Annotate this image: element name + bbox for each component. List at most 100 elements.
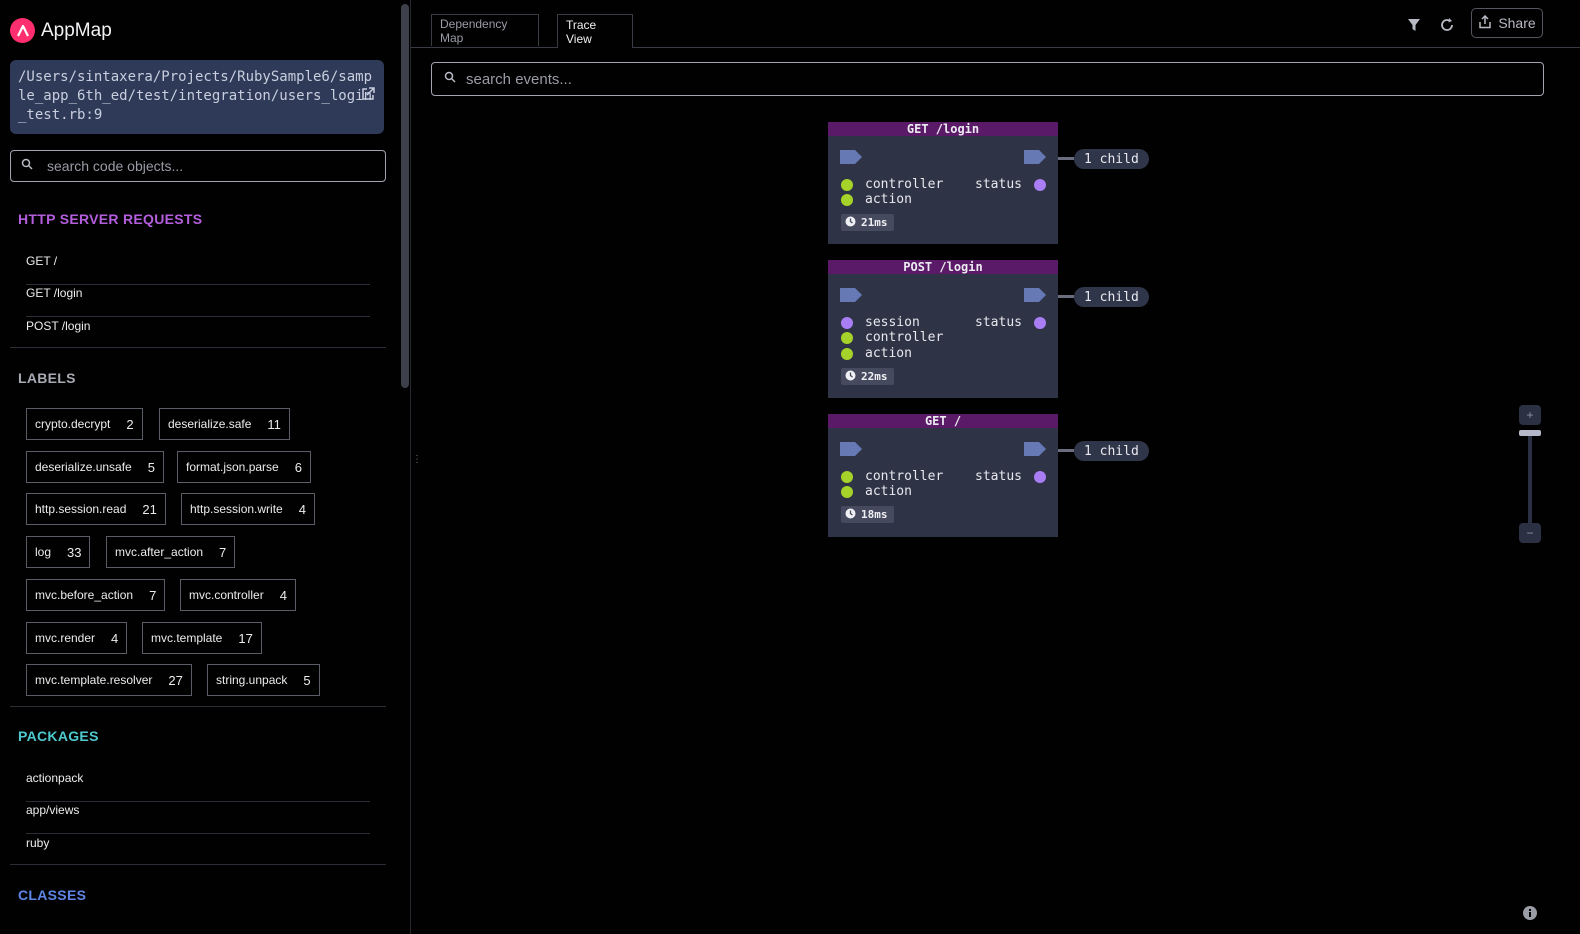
label-count: 27 bbox=[168, 672, 183, 688]
clock-icon bbox=[845, 370, 856, 384]
node-input: action bbox=[841, 192, 912, 207]
clock-icon bbox=[845, 508, 856, 522]
child-connector bbox=[1058, 157, 1074, 160]
label-chip[interactable]: mvc.template 17 bbox=[142, 622, 262, 654]
label-chip[interactable]: string.unpack 5 bbox=[207, 664, 320, 696]
label-count: 5 bbox=[147, 459, 155, 475]
expand-children-button[interactable]: 1 child bbox=[1074, 441, 1149, 461]
trace-node[interactable]: GET / controller action status 18ms bbox=[828, 414, 1058, 537]
trace-node[interactable]: POST /login session controller action st… bbox=[828, 260, 1058, 398]
output-label: status bbox=[975, 469, 1022, 484]
label-chip[interactable]: mvc.after_action 7 bbox=[106, 536, 236, 568]
http-request-item[interactable]: GET /login bbox=[26, 284, 370, 317]
sidebar-scrollbar[interactable] bbox=[401, 4, 409, 388]
http-request-item[interactable]: GET / bbox=[26, 252, 370, 285]
http-request-item[interactable]: POST /login bbox=[26, 317, 370, 349]
info-icon[interactable] bbox=[1522, 905, 1538, 921]
search-code-objects[interactable] bbox=[10, 150, 386, 182]
zoom-in-button[interactable]: + bbox=[1519, 405, 1541, 425]
label-name: mvc.after_action bbox=[115, 545, 204, 559]
packages-title[interactable]: PACKAGES bbox=[18, 728, 99, 744]
labels-title[interactable]: LABELS bbox=[18, 370, 76, 386]
app-logo: AppMap bbox=[10, 18, 112, 43]
node-input: action bbox=[841, 346, 912, 361]
expand-children-button[interactable]: 1 child bbox=[1074, 149, 1149, 169]
package-item[interactable]: ruby bbox=[26, 834, 370, 866]
label-chip[interactable]: log 33 bbox=[26, 536, 91, 568]
share-button[interactable]: Share bbox=[1471, 8, 1543, 38]
output-dot-icon bbox=[1034, 316, 1046, 329]
label-count: 33 bbox=[67, 544, 82, 560]
label-name: mvc.template.resolver bbox=[35, 673, 153, 687]
tab-dependency-map[interactable]: Dependency Map bbox=[431, 14, 539, 46]
node-title: GET / bbox=[828, 414, 1058, 428]
search-code-objects-input[interactable] bbox=[45, 157, 369, 175]
node-output: status bbox=[975, 315, 1046, 330]
output-port-icon bbox=[1024, 150, 1046, 164]
input-label: controller bbox=[865, 330, 944, 345]
label-name: log bbox=[35, 545, 52, 559]
filter-icon[interactable] bbox=[1403, 14, 1425, 36]
package-item[interactable]: app/views bbox=[26, 801, 370, 834]
search-events[interactable] bbox=[431, 62, 1544, 96]
http-requests-title[interactable]: HTTP SERVER REQUESTS bbox=[18, 211, 202, 227]
label-name: format.json.parse bbox=[186, 460, 279, 474]
label-name: string.unpack bbox=[216, 673, 288, 687]
zoom-slider-track[interactable] bbox=[1528, 432, 1532, 528]
output-dot-icon bbox=[1034, 470, 1046, 483]
elapsed-time-badge: 22ms bbox=[841, 368, 894, 385]
label-count: 21 bbox=[142, 501, 157, 517]
label-chip[interactable]: format.json.parse 6 bbox=[177, 451, 311, 483]
label-count: 2 bbox=[126, 416, 134, 432]
sidebar: AppMap /Users/sintaxera/Projects/RubySam… bbox=[0, 0, 400, 934]
input-dot-icon bbox=[841, 347, 853, 360]
file-path-text: /Users/sintaxera/Projects/RubySample6/sa… bbox=[18, 69, 373, 123]
label-chip[interactable]: http.session.read 21 bbox=[26, 493, 166, 525]
node-input: controller bbox=[841, 330, 943, 345]
label-chip[interactable]: mvc.render 4 bbox=[26, 622, 128, 654]
file-path[interactable]: /Users/sintaxera/Projects/RubySample6/sa… bbox=[10, 60, 384, 134]
label-chip[interactable]: mvc.template.resolver 27 bbox=[26, 664, 192, 696]
label-count: 6 bbox=[294, 459, 302, 475]
label-chip[interactable]: mvc.before_action 7 bbox=[26, 579, 166, 611]
input-dot-icon bbox=[841, 331, 853, 344]
node-output: status bbox=[975, 177, 1046, 192]
output-port-icon bbox=[1024, 288, 1046, 302]
input-port-icon bbox=[840, 150, 862, 164]
input-dot-icon bbox=[841, 316, 853, 329]
label-chip[interactable]: mvc.controller 4 bbox=[180, 579, 296, 611]
divider bbox=[10, 706, 386, 707]
search-events-input[interactable] bbox=[464, 69, 1468, 89]
input-port-icon bbox=[840, 288, 862, 302]
zoom-slider-handle[interactable] bbox=[1519, 430, 1541, 436]
label-count: 17 bbox=[238, 630, 253, 646]
label-chip[interactable]: http.session.write 4 bbox=[181, 493, 315, 525]
app-name: AppMap bbox=[41, 19, 112, 41]
expand-children-button[interactable]: 1 child bbox=[1074, 287, 1149, 307]
node-title: POST /login bbox=[828, 260, 1058, 274]
label-name: mvc.template bbox=[151, 631, 223, 645]
elapsed-time: 21ms bbox=[861, 216, 888, 229]
label-name: deserialize.unsafe bbox=[35, 460, 132, 474]
tab-trace-view[interactable]: Trace View bbox=[557, 14, 633, 48]
child-connector bbox=[1058, 295, 1074, 298]
label-count: 11 bbox=[267, 416, 281, 432]
divider bbox=[10, 864, 386, 865]
package-item[interactable]: actionpack bbox=[26, 769, 370, 802]
elapsed-time-badge: 21ms bbox=[841, 214, 894, 231]
input-dot-icon bbox=[841, 470, 853, 483]
elapsed-time: 22ms bbox=[861, 370, 888, 383]
label-chip[interactable]: deserialize.safe 11 bbox=[159, 408, 290, 440]
label-count: 4 bbox=[111, 630, 119, 646]
label-chip[interactable]: deserialize.unsafe 5 bbox=[26, 451, 164, 483]
refresh-icon[interactable] bbox=[1436, 14, 1458, 36]
label-name: http.session.read bbox=[35, 502, 127, 516]
external-link-icon[interactable] bbox=[360, 86, 376, 108]
input-dot-icon bbox=[841, 193, 853, 206]
zoom-out-button[interactable]: − bbox=[1519, 523, 1541, 543]
label-chip[interactable]: crypto.decrypt 2 bbox=[26, 408, 143, 440]
label-name: crypto.decrypt bbox=[35, 417, 111, 431]
classes-title[interactable]: CLASSES bbox=[18, 887, 86, 903]
appmap-logo-icon bbox=[10, 18, 35, 43]
trace-node[interactable]: GET /login controller action status 21ms bbox=[828, 122, 1058, 244]
